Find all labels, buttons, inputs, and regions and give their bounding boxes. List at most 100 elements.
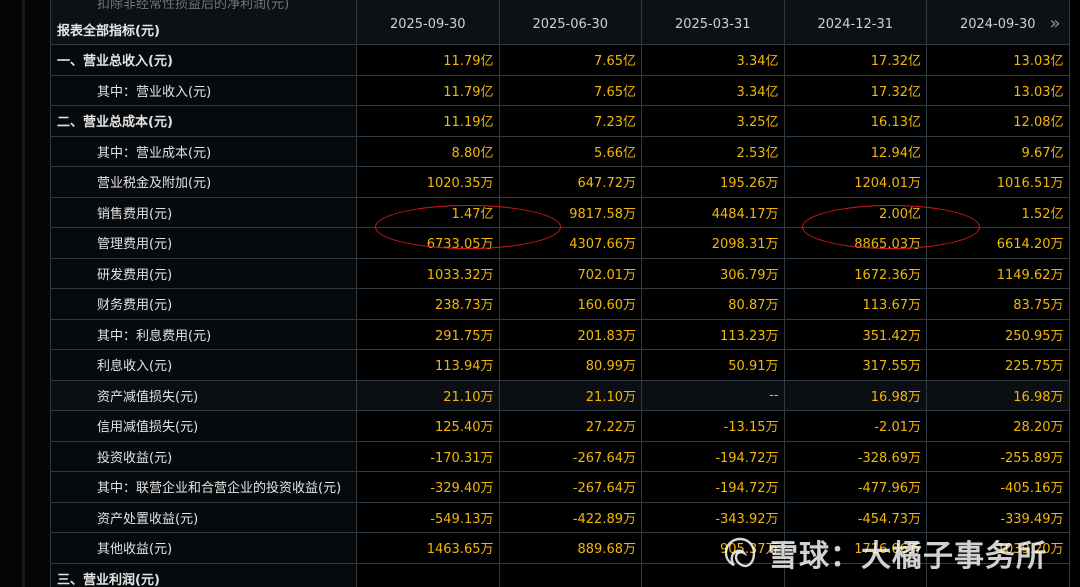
value-cell: -329.40万 (356, 471, 500, 503)
value-cell: 1672.36万 (783, 257, 927, 289)
value-cell: -267.64万 (498, 471, 642, 503)
value-cell: 16.98万 (783, 379, 927, 411)
table-row[interactable]: 二、营业总成本(元) 11.19亿 7.23亿 3.25亿 16.13亿 12.08亿 (50, 105, 1070, 137)
financial-report-panel: 扣除非经常性损益后的净利润(元) 报表全部指标(元) 2025-09-30 20… (50, 0, 1080, 587)
row-label: 财务费用(元) (50, 288, 357, 320)
row-label: 资产处置收益(元) (50, 501, 357, 533)
income-statement-table: 扣除非经常性损益后的净利润(元) 报表全部指标(元) 2025-09-30 20… (50, 0, 1070, 587)
period-header-5[interactable]: 2024-09-30 » (926, 0, 1070, 45)
value-cell: -343.92万 (641, 501, 785, 533)
value-cell: 2.00亿 (783, 196, 927, 228)
value-cell: 113.23万 (641, 318, 785, 350)
value-cell: -267.64万 (498, 440, 642, 472)
value-cell: 13.03亿 (926, 44, 1070, 76)
row-label: 其他收益(元) (50, 532, 357, 564)
value-cell: 125.40万 (356, 410, 500, 442)
value-cell: -13.15万 (641, 410, 785, 442)
table-header-row: 扣除非经常性损益后的净利润(元) 报表全部指标(元) 2025-09-30 20… (50, 0, 1070, 45)
row-label: 营业税金及附加(元) (50, 166, 357, 198)
indicator-header-label: 报表全部指标(元) (57, 24, 160, 39)
value-cell: -339.49万 (926, 501, 1070, 533)
value-cell: 80.99万 (498, 349, 642, 381)
value-cell: 1.52亿 (926, 196, 1070, 228)
value-cell: 8865.03万 (783, 227, 927, 259)
value-cell: 17.32亿 (783, 74, 927, 106)
value-cell: -477.96万 (783, 471, 927, 503)
value-cell: 3.34亿 (641, 44, 785, 76)
row-label: 资产减值损失(元) (50, 379, 357, 411)
table-row[interactable]: 研发费用(元) 1033.32万 702.01万 306.79万 1672.36万 114… (50, 257, 1070, 289)
value-cell: 11.19亿 (356, 105, 500, 137)
value-cell: 4307.66万 (498, 227, 642, 259)
table-row[interactable]: 管理费用(元) 6733.05万 4307.66万 2098.31万 8865.03万 6… (50, 227, 1070, 259)
row-label: 二、营业总成本(元) (50, 105, 357, 137)
value-cell: 21.10万 (498, 379, 642, 411)
value-cell: -422.89万 (498, 501, 642, 533)
value-cell: 12.08亿 (926, 105, 1070, 137)
value-cell (498, 562, 642, 587)
row-label: 其中：营业成本(元) (50, 135, 357, 167)
value-cell: -328.69万 (783, 440, 927, 472)
value-cell: 4484.17万 (641, 196, 785, 228)
value-cell: 83.75万 (926, 288, 1070, 320)
value-cell: -255.89万 (926, 440, 1070, 472)
value-cell: 16.98万 (926, 379, 1070, 411)
table-row[interactable]: 资产处置收益(元) -549.13万 -422.89万 -343.92万 -454.73… (50, 501, 1070, 533)
value-cell: -- (641, 379, 785, 411)
value-cell: 17.32亿 (783, 44, 927, 76)
value-cell: 28.20万 (926, 410, 1070, 442)
table-row[interactable]: 销售费用(元) 1.47亿 9817.58万 4484.17万 2.00亿 1.52亿 (50, 196, 1070, 228)
chevron-double-right-icon[interactable]: » (1049, 15, 1060, 33)
row-label: 其中：利息费用(元) (50, 318, 357, 350)
value-cell: 13.03亿 (926, 74, 1070, 106)
value-cell: 9817.58万 (498, 196, 642, 228)
value-cell: 1149.62万 (926, 257, 1070, 289)
value-cell (356, 562, 500, 587)
value-cell: 8.80亿 (356, 135, 500, 167)
value-cell: 702.01万 (498, 257, 642, 289)
value-cell: 5.66亿 (498, 135, 642, 167)
value-cell: -170.31万 (356, 440, 500, 472)
period-header-4[interactable]: 2024-12-31 (783, 0, 927, 45)
period-header-2[interactable]: 2025-06-30 (498, 0, 642, 45)
row-label: 销售费用(元) (50, 196, 357, 228)
indicator-column-header: 扣除非经常性损益后的净利润(元) 报表全部指标(元) (50, 0, 357, 45)
value-cell: 50.91万 (641, 349, 785, 381)
table-row[interactable]: 营业税金及附加(元) 1020.35万 647.72万 195.26万 1204.01万… (50, 166, 1070, 198)
value-cell: 306.79万 (641, 257, 785, 289)
row-label: 利息收入(元) (50, 349, 357, 381)
table-row[interactable]: 其中：利息费用(元) 291.75万 201.83万 113.23万 351.42万 25… (50, 318, 1070, 350)
value-cell: 1016.51万 (926, 166, 1070, 198)
value-cell: 7.65亿 (498, 74, 642, 106)
row-label: 其中：营业收入(元) (50, 74, 357, 106)
table-row[interactable]: 投资收益(元) -170.31万 -267.64万 -194.72万 -328.69万 -… (50, 440, 1070, 472)
xueqiu-logo-icon (722, 535, 758, 571)
value-cell: 351.42万 (783, 318, 927, 350)
table-row[interactable]: 信用减值损失(元) 125.40万 27.22万 -13.15万 -2.01万 28.20… (50, 410, 1070, 442)
period-header-1[interactable]: 2025-09-30 (356, 0, 500, 45)
value-cell: 6733.05万 (356, 227, 500, 259)
value-cell: -454.73万 (783, 501, 927, 533)
period-header-3[interactable]: 2025-03-31 (641, 0, 785, 45)
table-row[interactable]: 其中：营业收入(元) 11.79亿 7.65亿 3.34亿 17.32亿 13.03亿 (50, 74, 1070, 106)
period-header-5-label: 2024-09-30 (959, 17, 1036, 32)
table-row[interactable]: 财务费用(元) 238.73万 160.60万 80.87万 113.67万 83.75万 (50, 288, 1070, 320)
value-cell: -549.13万 (356, 501, 500, 533)
value-cell: 12.94亿 (783, 135, 927, 167)
value-cell: 195.26万 (641, 166, 785, 198)
table-row[interactable]: 其中：营业成本(元) 8.80亿 5.66亿 2.53亿 12.94亿 9.67亿 (50, 135, 1070, 167)
value-cell: -405.16万 (926, 471, 1070, 503)
row-label: 研发费用(元) (50, 257, 357, 289)
left-window-strip (0, 0, 50, 587)
table-row[interactable]: 一、营业总收入(元) 11.79亿 7.65亿 3.34亿 17.32亿 13.03亿 (50, 44, 1070, 76)
watermark: 雪球：大橘子事务所 (722, 531, 1047, 575)
row-label: 三、营业利润(元) (50, 562, 357, 587)
value-cell: 6614.20万 (926, 227, 1070, 259)
row-label: 其中：联营企业和合营企业的投资收益(元) (50, 471, 357, 503)
table-row[interactable]: 其中：联营企业和合营企业的投资收益(元) -329.40万 -267.64万 -194… (50, 471, 1070, 503)
value-cell: 3.25亿 (641, 105, 785, 137)
value-cell: 9.67亿 (926, 135, 1070, 167)
table-row[interactable]: 资产减值损失(元) 21.10万 21.10万 -- 16.98万 16.98万 (50, 379, 1070, 411)
value-cell: -194.72万 (641, 440, 785, 472)
table-row[interactable]: 利息收入(元) 113.94万 80.99万 50.91万 317.55万 225.75万 (50, 349, 1070, 381)
